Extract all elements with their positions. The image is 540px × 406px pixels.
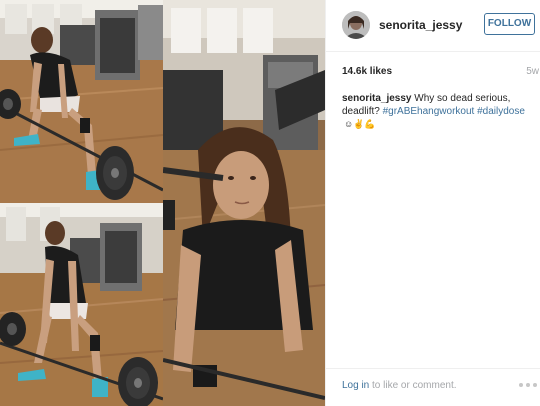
- photo-bottom-left: [0, 203, 163, 406]
- hashtag-link[interactable]: #dailydose: [477, 106, 525, 117]
- post-image[interactable]: [0, 0, 325, 406]
- likes-count[interactable]: 14.6k likes: [342, 66, 392, 77]
- username-link[interactable]: senorita_jessy: [379, 18, 462, 32]
- post-sidebar: senorita_jessy FOLLOW 14.6k likes 5w sen…: [325, 0, 540, 406]
- hashtag-link[interactable]: #grABEhangworkout: [383, 106, 475, 117]
- login-suffix: to like or comment.: [372, 380, 457, 391]
- post-header: senorita_jessy FOLLOW: [326, 0, 540, 52]
- login-link[interactable]: Log in: [342, 380, 369, 391]
- more-options-icon[interactable]: [519, 380, 537, 390]
- post-footer: Log in to like or comment.: [326, 368, 540, 406]
- post-time[interactable]: 5w: [526, 66, 539, 77]
- instagram-post: senorita_jessy FOLLOW 14.6k likes 5w sen…: [0, 0, 540, 406]
- login-prompt: Log in to like or comment.: [342, 380, 457, 391]
- avatar[interactable]: [342, 11, 370, 39]
- post-stats: 14.6k likes 5w: [342, 66, 539, 82]
- post-caption: senorita_jessy Why so dead serious, dead…: [342, 92, 532, 131]
- photo-top-left: [0, 0, 163, 203]
- caption-username-link[interactable]: senorita_jessy: [342, 93, 412, 104]
- follow-button[interactable]: FOLLOW: [484, 13, 535, 35]
- emoji-icons: ☺✌💪: [344, 119, 376, 129]
- photo-right-closeup: [163, 0, 325, 406]
